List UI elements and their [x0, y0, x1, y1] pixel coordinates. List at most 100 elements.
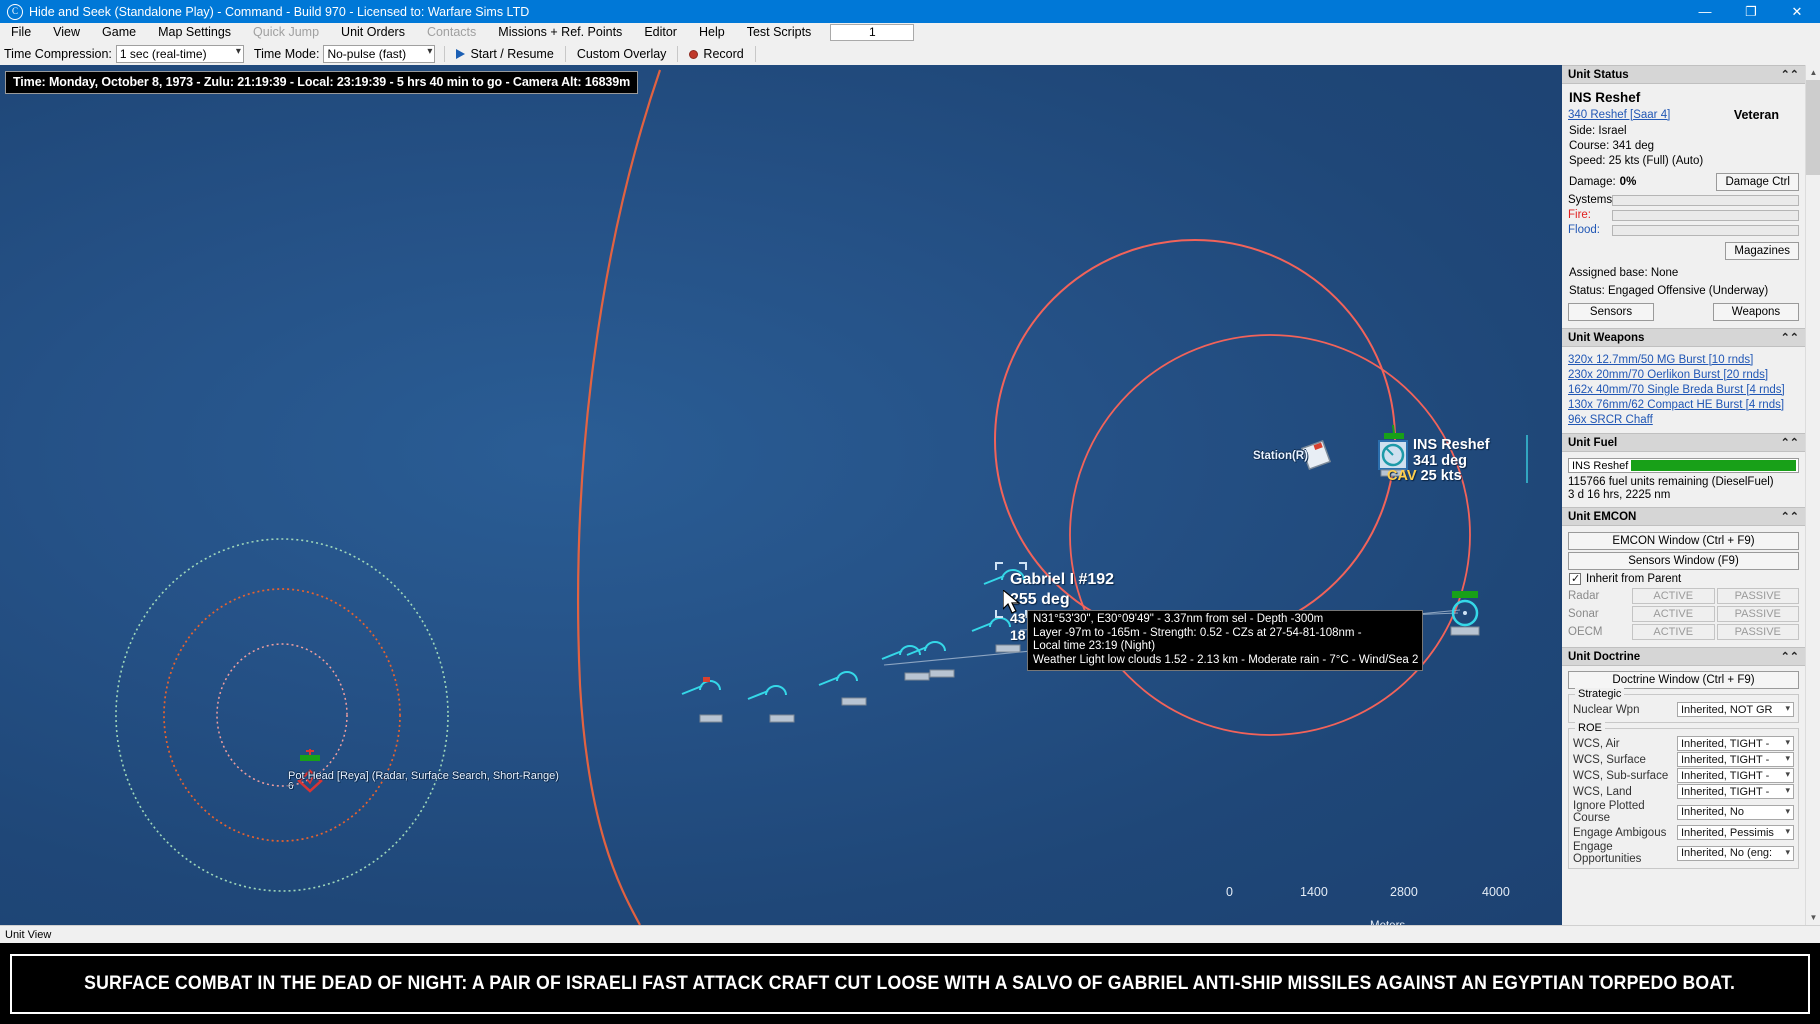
weapon-item[interactable]: 96x SRCR Chaff: [1568, 413, 1799, 428]
scroll-down-arrow-icon[interactable]: ▼: [1806, 910, 1820, 925]
chevron-up-icon[interactable]: ⌃⌃: [1781, 436, 1799, 449]
time-compression-select[interactable]: 1 sec (real-time): [116, 45, 244, 63]
wcs-land-dropdown[interactable]: Inherited, TIGHT -: [1677, 784, 1794, 799]
tooltip-line-4: Weather Light low clouds 1.52 - 2.13 km …: [1033, 654, 1418, 668]
record-button[interactable]: Record: [681, 44, 751, 64]
hovered-unit-course: 255 deg: [1010, 590, 1114, 610]
wcs-air-label: WCS, Air: [1573, 738, 1677, 750]
missile-symbol-left: [682, 677, 720, 694]
sensors-weapons-row: Sensors Weapons: [1568, 303, 1799, 321]
script-number-input[interactable]: 1: [830, 24, 914, 41]
engage-ambigous-label: Engage Ambigous: [1573, 827, 1677, 839]
emcon-radar-passive[interactable]: PASSIVE: [1717, 588, 1800, 604]
emcon-window-button[interactable]: EMCON Window (Ctrl + F9): [1568, 532, 1799, 550]
scale-tick-3: 4000: [1482, 885, 1510, 899]
record-icon: [689, 50, 698, 59]
chevron-up-icon[interactable]: ⌃⌃: [1781, 331, 1799, 344]
menu-item-file[interactable]: File: [0, 23, 42, 42]
weapon-item[interactable]: 230x 20mm/70 Oerlikon Burst [20 rnds]: [1568, 368, 1799, 383]
hovered-unit-name: Gabriel I #192: [1010, 570, 1114, 590]
chevron-up-icon[interactable]: ⌃⌃: [1781, 510, 1799, 523]
range-circle-orange-mid: [164, 589, 400, 841]
status-bar-text: Unit View: [5, 929, 51, 941]
missile-symbol: [907, 642, 945, 655]
nuclear-wpn-dropdown[interactable]: Inherited, NOT GR: [1677, 702, 1794, 717]
play-icon: [456, 49, 465, 59]
strategic-group-title: Strategic: [1575, 688, 1624, 700]
unit-emcon-header-label: Unit EMCON: [1568, 511, 1636, 523]
fuel-unit-name: INS Reshef: [1569, 460, 1631, 472]
sensors-button[interactable]: Sensors: [1568, 303, 1654, 321]
damage-ctrl-button[interactable]: Damage Ctrl: [1716, 173, 1799, 191]
engage-ambigous-dropdown[interactable]: Inherited, Pessimis: [1677, 825, 1794, 840]
section-header-unit-weapons[interactable]: Unit Weapons ⌃⌃: [1562, 328, 1805, 347]
weapon-item[interactable]: 320x 12.7mm/50 MG Burst [10 rnds]: [1568, 353, 1799, 368]
fire-label: Fire:: [1568, 209, 1612, 221]
window-titlebar: C Hide and Seek (Standalone Play) - Comm…: [0, 0, 1820, 23]
weapon-item[interactable]: 130x 76mm/62 Compact HE Burst [4 rnds]: [1568, 398, 1799, 413]
menu-item-game[interactable]: Game: [91, 23, 147, 42]
wcs-sub-surface-dropdown[interactable]: Inherited, TIGHT -: [1677, 768, 1794, 783]
systems-label: Systems:: [1568, 194, 1612, 206]
emcon-radar-active[interactable]: ACTIVE: [1632, 588, 1715, 604]
right-panel-scrollbar[interactable]: ▲ ▼: [1805, 65, 1820, 925]
weapons-button[interactable]: Weapons: [1713, 303, 1799, 321]
right-side-panel: Unit Status ⌃⌃ INS Reshef 340 Reshef [Sa…: [1560, 65, 1805, 925]
menu-item-editor[interactable]: Editor: [633, 23, 688, 42]
custom-overlay-button[interactable]: Custom Overlay: [569, 44, 675, 64]
menu-item-test-scripts[interactable]: Test Scripts: [736, 23, 823, 42]
emcon-oecm-passive[interactable]: PASSIVE: [1717, 624, 1800, 640]
unit-weapons-body: 320x 12.7mm/50 MG Burst [10 rnds] 230x 2…: [1562, 347, 1805, 433]
emcon-oecm-active[interactable]: ACTIVE: [1632, 624, 1715, 640]
minimize-button[interactable]: —: [1682, 0, 1728, 23]
roe-group-title: ROE: [1575, 722, 1605, 734]
weapon-item[interactable]: 162x 40mm/70 Single Breda Burst [4 rnds]: [1568, 383, 1799, 398]
window-controls: — ❐ ✕: [1682, 0, 1820, 23]
custom-overlay-label: Custom Overlay: [577, 47, 667, 61]
unit-status-unit-name: INS Reshef: [1569, 90, 1799, 105]
fuel-endurance-line: 3 d 16 hrs, 2225 nm: [1568, 489, 1799, 502]
wcs-air-dropdown[interactable]: Inherited, TIGHT -: [1677, 736, 1794, 751]
magazines-button[interactable]: Magazines: [1725, 242, 1799, 260]
menu-item-help[interactable]: Help: [688, 23, 736, 42]
toolbar-separator-3: [677, 46, 678, 62]
menu-item-unit-orders[interactable]: Unit Orders: [330, 23, 416, 42]
emcon-sonar-active[interactable]: ACTIVE: [1632, 606, 1715, 622]
ignore-plotted-course-dropdown[interactable]: Inherited, No: [1677, 805, 1794, 820]
emcon-sonar-passive[interactable]: PASSIVE: [1717, 606, 1800, 622]
maximize-button[interactable]: ❐: [1728, 0, 1774, 23]
inherit-from-parent-row[interactable]: Inherit from Parent: [1569, 573, 1799, 585]
wcs-surface-dropdown[interactable]: Inherited, TIGHT -: [1677, 752, 1794, 767]
scrollbar-thumb[interactable]: [1806, 80, 1820, 175]
map-canvas[interactable]: Time: Monday, October 8, 1973 - Zulu: 21…: [0, 65, 1560, 925]
time-mode-select[interactable]: No-pulse (fast): [323, 45, 435, 63]
section-header-unit-fuel[interactable]: Unit Fuel ⌃⌃: [1562, 433, 1805, 452]
unit-emcon-body: EMCON Window (Ctrl + F9) Sensors Window …: [1562, 526, 1805, 647]
section-header-unit-status[interactable]: Unit Status ⌃⌃: [1562, 65, 1805, 84]
doctrine-window-button[interactable]: Doctrine Window (Ctrl + F9): [1568, 671, 1799, 689]
section-header-unit-emcon[interactable]: Unit EMCON ⌃⌃: [1562, 507, 1805, 526]
unit-side: Side: Israel: [1569, 125, 1799, 137]
nuclear-wpn-label: Nuclear Wpn: [1573, 704, 1677, 716]
engage-opportunities-dropdown[interactable]: Inherited, No (eng:: [1677, 846, 1794, 861]
unit-class-link[interactable]: 340 Reshef [Saar 4]: [1568, 109, 1670, 121]
menu-item-missions-ref-points[interactable]: Missions + Ref. Points: [487, 23, 633, 42]
menu-item-view[interactable]: View: [42, 23, 91, 42]
unit-doctrine-body: Doctrine Window (Ctrl + F9) Strategic Nu…: [1562, 666, 1805, 876]
section-header-unit-doctrine[interactable]: Unit Doctrine ⌃⌃: [1562, 647, 1805, 666]
unit-fuel-header-label: Unit Fuel: [1568, 437, 1617, 449]
inherit-from-parent-checkbox[interactable]: [1569, 573, 1581, 585]
sensors-window-button[interactable]: Sensors Window (F9): [1568, 552, 1799, 570]
map-label-station-r: Station(R): [1253, 450, 1308, 462]
menu-item-map-settings[interactable]: Map Settings: [147, 23, 242, 42]
chevron-up-icon[interactable]: ⌃⌃: [1781, 650, 1799, 663]
chevron-up-icon[interactable]: ⌃⌃: [1781, 68, 1799, 81]
close-button[interactable]: ✕: [1774, 0, 1820, 23]
start-resume-button[interactable]: Start / Resume: [448, 44, 561, 64]
missile-symbol-group: [748, 563, 1026, 699]
scroll-up-arrow-icon[interactable]: ▲: [1806, 65, 1820, 80]
sim-time-readout: Time: Monday, October 8, 1973 - Zulu: 21…: [5, 71, 638, 94]
emcon-row-sonar: Sonar ACTIVE PASSIVE: [1568, 606, 1799, 622]
wcs-land-label: WCS, Land: [1573, 786, 1677, 798]
scale-tick-2: 2800: [1390, 885, 1418, 899]
